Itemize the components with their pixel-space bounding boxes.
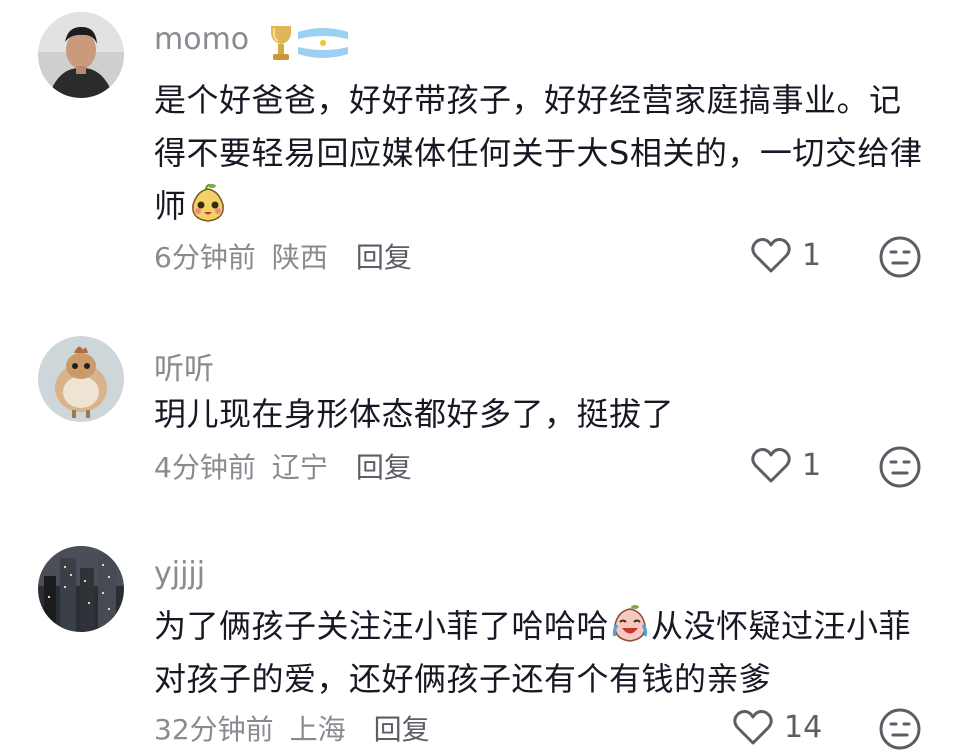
avatar[interactable] <box>38 12 124 98</box>
like-button[interactable]: 1 <box>750 236 821 274</box>
reply-button[interactable]: 回复 <box>356 236 412 276</box>
avatar[interactable] <box>38 336 124 422</box>
comment-text-content: 为了俩孩子关注汪小菲了哈哈哈 <box>154 607 610 645</box>
username[interactable]: yjjjj <box>154 556 205 591</box>
comment-meta: 4分钟前 辽宁 回复 <box>154 446 412 486</box>
like-count: 1 <box>802 237 822 273</box>
dislike-button[interactable] <box>878 707 922 751</box>
dislike-button[interactable] <box>878 445 922 489</box>
neutral-face-icon <box>879 236 921 278</box>
comment-text-content: 玥儿现在身形体态都好多了，挺拔了 <box>154 395 675 433</box>
heart-outline-icon <box>751 237 791 273</box>
comment-location: 陕西 <box>271 241 328 274</box>
reply-button[interactable]: 回复 <box>356 446 412 486</box>
neutral-face-icon <box>879 708 921 750</box>
like-count: 1 <box>802 447 822 483</box>
comment-text: 玥儿现在身形体态都好多了，挺拔了 <box>154 388 924 441</box>
neutral-face-icon <box>879 446 921 488</box>
username[interactable]: 听听 <box>154 344 214 388</box>
reply-button[interactable]: 回复 <box>374 708 430 748</box>
comment-time: 32分钟前 <box>154 713 274 746</box>
like-count: 14 <box>784 709 823 745</box>
heart-outline-icon <box>751 447 791 483</box>
like-button[interactable]: 1 <box>750 446 821 484</box>
comment-location: 上海 <box>289 713 346 746</box>
comment-time: 4分钟前 <box>154 451 256 484</box>
comment-text: 为了俩孩子关注汪小菲了哈哈哈 从没怀疑过汪小菲对孩子的爱，还好俩孩子还有个有钱的… <box>154 600 924 706</box>
smiling-pear-emoji-icon <box>187 183 229 225</box>
argentina-flag-icon <box>298 28 348 58</box>
dislike-button[interactable] <box>878 235 922 279</box>
comment-meta: 32分钟前 上海 回复 <box>154 708 430 748</box>
like-button[interactable]: 14 <box>732 708 822 746</box>
comment-text-content: 是个好爸爸，好好带孩子，好好经营家庭搞事业。记得不要轻易回应媒体任何关于大S相关… <box>154 81 923 225</box>
username[interactable]: momo <box>154 22 249 57</box>
trophy-icon <box>271 26 291 60</box>
laughing-crying-emoji-icon <box>609 603 651 645</box>
comment-meta: 6分钟前 陕西 回复 <box>154 236 412 276</box>
comment-location: 辽宁 <box>271 451 328 484</box>
avatar[interactable] <box>38 546 124 632</box>
user-badge <box>268 22 350 64</box>
heart-outline-icon <box>733 709 773 745</box>
comment-text: 是个好爸爸，好好带孩子，好好经营家庭搞事业。记得不要轻易回应媒体任何关于大S相关… <box>154 74 924 233</box>
comment-time: 6分钟前 <box>154 241 256 274</box>
